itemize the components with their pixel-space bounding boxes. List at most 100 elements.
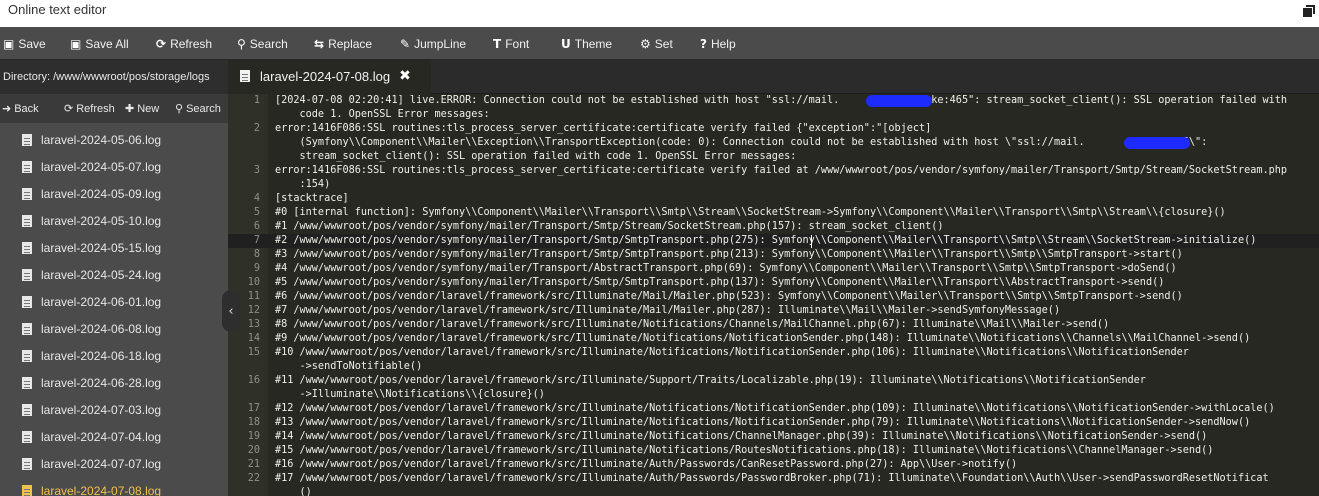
file-list-item[interactable]: laravel-2024-05-09.log (0, 180, 228, 207)
code-line[interactable]: 18 #13 /www/wwwroot/pos/vendor/laravel/fr… (228, 416, 1319, 430)
save-button[interactable]: ▣ Save (3, 27, 46, 60)
file-list-item[interactable]: laravel-2024-05-07.log (0, 153, 228, 180)
code-line[interactable]: ->sendToNotifiable() (228, 360, 1319, 374)
file-icon (22, 187, 32, 200)
jumpline-button[interactable]: ✎ JumpLine (400, 27, 466, 60)
line-text: #9 /www/wwwroot/pos/vendor/laravel/frame… (275, 333, 1251, 344)
search-icon: ⚲ (237, 36, 246, 51)
font-button[interactable]: T Font (493, 27, 529, 60)
code-line[interactable]: :154) (228, 178, 1319, 192)
back-button[interactable]: ➜ Back (2, 94, 39, 123)
code-line[interactable]: 17 #12 /www/wwwroot/pos/vendor/laravel/fr… (228, 402, 1319, 416)
file-list-item[interactable]: laravel-2024-07-04.log (0, 423, 228, 450)
code-line[interactable]: 4 [stacktrace] (228, 192, 1319, 206)
code-line[interactable]: 11 #6 /www/wwwroot/pos/vendor/laravel/fra… (228, 290, 1319, 304)
close-icon[interactable]: ✖ (399, 68, 411, 84)
file-list-item[interactable]: laravel-2024-06-28.log (0, 369, 228, 396)
code-line[interactable]: 3 error:1416F086:SSL routines:tls_process… (228, 164, 1319, 178)
file-icon (22, 241, 32, 254)
code-line[interactable]: 5 #0 [internal function]: Symfony\\Compon… (228, 206, 1319, 220)
file-icon (22, 376, 32, 389)
code-line[interactable]: stream_socket_client(): SSL operation fa… (228, 150, 1319, 164)
line-number: 9 (253, 263, 260, 274)
file-list-item[interactable]: laravel-2024-06-01.log (0, 288, 228, 315)
file-icon (22, 133, 32, 146)
code-area[interactable]: 1 [2024-07-08 02:20:41] live.ERROR: Conne… (228, 94, 1319, 496)
file-list-item[interactable]: laravel-2024-05-15.log (0, 234, 228, 261)
file-list-item[interactable]: laravel-2024-05-10.log (0, 207, 228, 234)
set-button[interactable]: ⚙ Set (640, 27, 673, 60)
code-line[interactable]: ->Illuminate\\Notifications\\{closure}() (228, 388, 1319, 402)
code-line[interactable]: 8 #3 /www/wwwroot/pos/vendor/symfony/mail… (228, 248, 1319, 262)
file-icon (22, 349, 32, 362)
redaction-mark (1124, 137, 1190, 149)
file-name: laravel-2024-05-15.log (41, 240, 162, 255)
back-arrow-icon: ➜ (2, 102, 12, 115)
file-name: laravel-2024-06-28.log (41, 375, 162, 390)
code-line[interactable]: 13 #8 /www/wwwroot/pos/vendor/laravel/fra… (228, 318, 1319, 332)
code-line[interactable]: 22 #17 /www/wwwroot/pos/vendor/laravel/fr… (228, 472, 1319, 486)
new-file-button[interactable]: ✚ New (125, 94, 159, 123)
editor-tab[interactable]: laravel-2024-07-08.log ✖ (228, 60, 431, 94)
file-name: laravel-2024-05-10.log (41, 213, 162, 228)
file-list-item[interactable]: laravel-2024-07-07.log (0, 450, 228, 477)
editor-tabbar: laravel-2024-07-08.log ✖ (228, 60, 1319, 94)
maximize-icon[interactable] (1303, 5, 1315, 17)
replace-icon: ⇆ (314, 36, 325, 51)
theme-button[interactable]: U Theme (561, 27, 612, 60)
directory-path: Directory: /www/wwwroot/pos/storage/logs (0, 60, 228, 94)
code-line[interactable]: 19 #14 /www/wwwroot/pos/vendor/laravel/fr… (228, 430, 1319, 444)
code-line[interactable]: 9 #4 /www/wwwroot/pos/vendor/symfony/mail… (228, 262, 1319, 276)
search-button[interactable]: ⚲ Search (237, 27, 288, 60)
tab-label: laravel-2024-07-08.log (260, 68, 391, 84)
code-line[interactable]: 12 #7 /www/wwwroot/pos/vendor/laravel/fra… (228, 304, 1319, 318)
code-line[interactable]: 20 #15 /www/wwwroot/pos/vendor/laravel/fr… (228, 444, 1319, 458)
code-line[interactable]: 15 #10 /www/wwwroot/pos/vendor/laravel/fr… (228, 346, 1319, 360)
file-list-item[interactable]: laravel-2024-05-24.log (0, 261, 228, 288)
line-number: 6 (253, 221, 260, 232)
file-name: laravel-2024-05-07.log (41, 159, 162, 174)
code-line[interactable]: 7 #2 /www/wwwroot/pos/vendor/symfony/mail… (228, 234, 1319, 248)
line-number: 8 (253, 249, 260, 260)
code-line[interactable]: 1 [2024-07-08 02:20:41] live.ERROR: Conne… (228, 94, 1319, 108)
file-list-item[interactable]: laravel-2024-06-18.log (0, 342, 228, 369)
refresh-button[interactable]: ⟳ Refresh (156, 27, 212, 60)
file-list-item[interactable]: laravel-2024-06-08.log (0, 315, 228, 342)
help-icon: ? (700, 36, 707, 51)
help-button[interactable]: ? Help (700, 27, 736, 60)
code-line[interactable]: 2 error:1416F086:SSL routines:tls_process… (228, 122, 1319, 136)
sidebar-search-button[interactable]: ⚲ Search (175, 94, 221, 123)
file-icon (22, 268, 32, 281)
code-line[interactable]: 21 #16 /www/wwwroot/pos/vendor/laravel/fr… (228, 458, 1319, 472)
file-list-item[interactable]: laravel-2024-07-03.log (0, 396, 228, 423)
code-editor[interactable]: 1 [2024-07-08 02:20:41] live.ERROR: Conne… (228, 94, 1319, 496)
text-cursor (811, 235, 812, 248)
file-icon (22, 403, 32, 416)
file-name: laravel-2024-06-18.log (41, 348, 162, 363)
line-number: 19 (247, 431, 260, 442)
file-list-item[interactable]: laravel-2024-05-06.log (0, 126, 228, 153)
line-text: [2024-07-08 02:20:41] live.ERROR: Connec… (275, 95, 1288, 106)
code-line[interactable]: 14 #9 /www/wwwroot/pos/vendor/laravel/fra… (228, 332, 1319, 346)
redaction-mark (866, 95, 932, 107)
line-text: #5 /www/wwwroot/pos/vendor/symfony/maile… (275, 277, 1165, 288)
line-number: 4 (253, 193, 260, 204)
line-text: stream_socket_client(): SSL operation fa… (275, 151, 797, 162)
code-line[interactable]: 16 #11 /www/wwwroot/pos/vendor/laravel/fr… (228, 374, 1319, 388)
replace-button[interactable]: ⇆ Replace (314, 27, 372, 60)
refresh-icon: ⟳ (64, 102, 74, 115)
plus-icon: ✚ (125, 102, 135, 115)
line-text: #15 /www/wwwroot/pos/vendor/laravel/fram… (275, 445, 1214, 456)
code-line[interactable]: () (228, 486, 1319, 496)
code-line[interactable]: code 1. OpenSSL Error messages: (228, 108, 1319, 122)
text-icon: T (493, 36, 502, 51)
sidebar-refresh-button[interactable]: ⟳ Refresh (64, 94, 115, 123)
line-number: 7 (253, 235, 260, 246)
code-line[interactable]: 6 #1 /www/wwwroot/pos/vendor/symfony/mail… (228, 220, 1319, 234)
file-list-item[interactable]: laravel-2024-07-08.log (0, 477, 228, 496)
code-line[interactable]: 10 #5 /www/wwwroot/pos/vendor/symfony/mai… (228, 276, 1319, 290)
line-number: 15 (247, 347, 260, 358)
line-text: error:1416F086:SSL routines:tls_process_… (275, 123, 932, 134)
collapse-sidebar-button[interactable]: ‹ (222, 290, 240, 332)
save-all-button[interactable]: ▣ Save All (70, 27, 129, 60)
